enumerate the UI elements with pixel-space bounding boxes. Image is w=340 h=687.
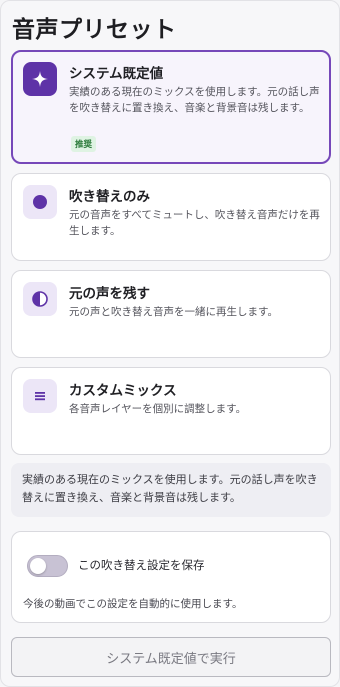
dot-icon [23,185,57,219]
sliders-icon [23,379,57,413]
preset-title: 元の声を残す [69,286,150,302]
preset-title: システム既定値 [69,66,164,82]
recommended-badge: 推奨 [71,136,97,152]
audio-preset-panel: 音声プリセット システム既定値 実績のある現在のミックスを使用します。元の話し声… [0,0,340,687]
preset-title: カスタムミックス [69,383,177,399]
page-title: 音声プリセット [12,17,177,43]
save-setting-toggle[interactable] [27,555,68,577]
run-button[interactable]: システム既定値で実行 [11,637,331,677]
preset-description: 元の音声をすべてミュートし、吹き替え音声だけを再生します。 [69,209,320,237]
preset-card-system-default[interactable]: システム既定値 実績のある現在のミックスを使用します。元の話し声を吹き替えに置き… [11,50,331,164]
preset-description: 実績のある現在のミックスを使用します。元の話し声を吹き替えに置き換え、音楽と背景… [69,86,320,114]
preset-description: 元の声と吹き替え音声を一緒に再生します。 [69,306,278,318]
save-setting-hint: 今後の動画でこの設定を自動的に使用します。 [23,598,243,610]
half-circle-icon [23,282,57,316]
preset-card-dub-only[interactable]: 吹き替えのみ 元の音声をすべてミュートし、吹き替え音声だけを再生します。 [11,173,331,261]
preset-card-keep-original[interactable]: 元の声を残す 元の声と吹き替え音声を一緒に再生します。 [11,270,331,358]
toggle-knob [30,558,46,574]
save-setting-section: この吹き替え設定を保存 今後の動画でこの設定を自動的に使用します。 [11,531,331,623]
preset-title: 吹き替えのみ [69,189,150,205]
sparkle-icon [23,62,57,96]
preset-card-custom-mix[interactable]: カスタムミックス 各音声レイヤーを個別に調整します。 [11,367,331,455]
save-setting-label: この吹き替え設定を保存 [78,558,205,572]
preset-info-text: 実績のある現在のミックスを使用します。元の話し声を吹き替えに置き換え、音楽と背景… [11,463,331,517]
preset-description: 各音声レイヤーを個別に調整します。 [69,403,247,415]
